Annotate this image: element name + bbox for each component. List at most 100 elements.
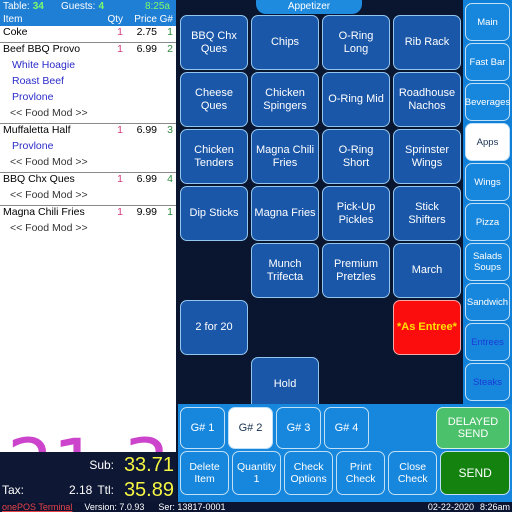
order-line-food-mod[interactable]: << Food Mod >> — [0, 156, 176, 172]
action-button-print-check[interactable]: Print Check — [336, 451, 386, 495]
order-line-group: 1 — [167, 206, 173, 218]
order-header-bar: Table: 34 Guests: 4 8:25a — [0, 0, 176, 13]
order-line-qty: 1 — [117, 124, 123, 136]
category-button-salads-soups[interactable]: Salads Soups — [465, 243, 510, 281]
guests-value: 4 — [98, 1, 105, 12]
action-button-close-check[interactable]: Close Check — [388, 451, 438, 495]
category-button-sandwich[interactable]: Sandwich — [465, 283, 510, 321]
col-header-item: Item — [3, 14, 23, 25]
status-time: 8:26am — [479, 502, 510, 512]
menu-button[interactable]: 2 for 20 — [180, 300, 248, 355]
pos-application: Table: 34 Guests: 4 8:25a Item Qty Price… — [0, 0, 512, 512]
col-header-qty: Qty — [107, 14, 123, 25]
order-line-price: 6.99 — [136, 43, 157, 55]
delayed-send-button[interactable]: DELAYED SEND — [436, 407, 510, 449]
col-header-group: G# — [159, 14, 173, 25]
action-button-check-options[interactable]: Check Options — [284, 451, 334, 495]
action-button-quantity-1[interactable]: Quantity 1 — [232, 451, 282, 495]
table-label: Table: — [3, 1, 30, 12]
menu-button[interactable]: Magna Chili Fries — [251, 129, 319, 184]
category-button-wings[interactable]: Wings — [465, 163, 510, 201]
group-button-3[interactable]: G# 3 — [276, 407, 321, 449]
menu-button[interactable]: Chicken Tenders — [180, 129, 248, 184]
order-line-modifier[interactable]: White Hoagie — [0, 59, 176, 75]
action-button-delete-item[interactable]: Delete Item — [180, 451, 230, 495]
group-button-4[interactable]: G# 4 — [324, 407, 369, 449]
group-row-spacer — [372, 407, 433, 449]
menu-button[interactable]: Pick-Up Pickles — [322, 186, 390, 241]
order-line-name: Coke — [3, 26, 28, 38]
total-label: Ttl: — [97, 482, 114, 497]
category-button-pizza[interactable]: Pizza — [465, 203, 510, 241]
totals-panel: Sub: 33.71 Tax: 2.18 Ttl: 35.89 — [0, 452, 176, 502]
order-line-item[interactable]: Muffaletta Half 1 6.99 3 — [0, 123, 176, 140]
order-line-price: 9.99 — [136, 206, 157, 218]
menu-button[interactable]: Sprinster Wings — [393, 129, 461, 184]
tab-appetizer[interactable]: Appetizer — [256, 0, 362, 14]
menu-button[interactable]: Premium Pretzles — [322, 243, 390, 298]
send-button[interactable]: SEND — [440, 451, 510, 495]
order-line-name: White Hoagie — [12, 59, 76, 71]
tax-value: 2.18 — [68, 482, 93, 497]
order-line-modifier[interactable]: Provlone — [0, 140, 176, 156]
menu-button[interactable]: Roadhouse Nachos — [393, 72, 461, 127]
order-line-modifier[interactable]: Roast Beef — [0, 75, 176, 91]
order-line-name: << Food Mod >> — [10, 189, 88, 201]
menu-button[interactable]: O-Ring Mid — [322, 72, 390, 127]
menu-button[interactable]: March — [393, 243, 461, 298]
order-line-name: << Food Mod >> — [10, 156, 88, 168]
order-line-qty: 1 — [117, 26, 123, 38]
order-line-name: Beef BBQ Provo — [3, 43, 81, 55]
order-line-price: 2.75 — [136, 26, 157, 38]
guests-info: Guests: 4 — [61, 1, 125, 12]
status-bar: onePOS Terminal Version: 7.0.93 Ser: 138… — [0, 502, 512, 512]
order-line-item[interactable]: Beef BBQ Provo 1 6.99 2 — [0, 42, 176, 59]
order-line-group: 2 — [167, 43, 173, 55]
order-line-item[interactable]: Coke 1 2.75 1 — [0, 26, 176, 42]
menu-button[interactable]: BBQ Chx Ques — [180, 15, 248, 70]
order-line-food-mod[interactable]: << Food Mod >> — [0, 107, 176, 123]
status-brand: onePOS Terminal — [2, 502, 73, 512]
menu-button[interactable]: Rib Rack — [393, 15, 461, 70]
order-time: 8:25a — [144, 1, 170, 12]
status-date: 02-22-2020 — [427, 502, 474, 512]
category-button-beverages[interactable]: Beverages — [465, 83, 510, 121]
order-line-name: Provlone — [12, 91, 54, 103]
order-line-price: 6.99 — [136, 173, 157, 185]
order-line-item[interactable]: Magna Chili Fries 1 9.99 1 — [0, 205, 176, 222]
group-button-2[interactable]: G# 2 — [228, 407, 273, 449]
menu-button[interactable]: Cheese Ques — [180, 72, 248, 127]
category-button-main[interactable]: Main — [465, 3, 510, 41]
category-button-fast-bar[interactable]: Fast Bar — [465, 43, 510, 81]
menu-button[interactable]: O-Ring Short — [322, 129, 390, 184]
order-line-item[interactable]: BBQ Chx Ques 1 6.99 4 — [0, 172, 176, 189]
category-button-entrees[interactable]: Entrees — [465, 323, 510, 361]
order-line-name: << Food Mod >> — [10, 107, 88, 119]
order-line-food-mod[interactable]: << Food Mod >> — [0, 189, 176, 205]
order-line-modifier[interactable]: Provlone — [0, 91, 176, 107]
order-line-group: 4 — [167, 173, 173, 185]
col-header-price: Price — [134, 14, 157, 25]
category-button-apps[interactable]: Apps — [465, 123, 510, 161]
order-line-qty: 1 — [117, 173, 123, 185]
menu-cell-empty — [251, 300, 319, 355]
guests-label: Guests: — [61, 1, 96, 12]
table-info: Table: 34 — [3, 1, 61, 12]
order-line-food-mod[interactable]: << Food Mod >> — [0, 222, 176, 238]
menu-button[interactable]: O-Ring Long — [322, 15, 390, 70]
group-button-1[interactable]: G# 1 — [180, 407, 225, 449]
category-button-steaks[interactable]: Steaks — [465, 363, 510, 401]
menu-button[interactable]: Chicken Spingers — [251, 72, 319, 127]
order-line-name: Magna Chili Fries — [3, 206, 85, 218]
menu-button[interactable]: Dip Sticks — [180, 186, 248, 241]
menu-button-grid: BBQ Chx Ques Chips O-Ring Long Rib Rack Chee… — [178, 15, 463, 412]
menu-button[interactable]: *As Entree* — [393, 300, 461, 355]
tax-label: Tax: — [2, 482, 25, 497]
menu-button[interactable]: Chips — [251, 15, 319, 70]
menu-button[interactable]: Stick Shifters — [393, 186, 461, 241]
subtotal-row: Sub: 33.71 — [0, 452, 176, 477]
menu-button[interactable]: Magna Fries — [251, 186, 319, 241]
order-line-group: 3 — [167, 124, 173, 136]
menu-button[interactable]: Munch Trifecta — [251, 243, 319, 298]
subtotal-value: 33.71 — [123, 453, 174, 476]
